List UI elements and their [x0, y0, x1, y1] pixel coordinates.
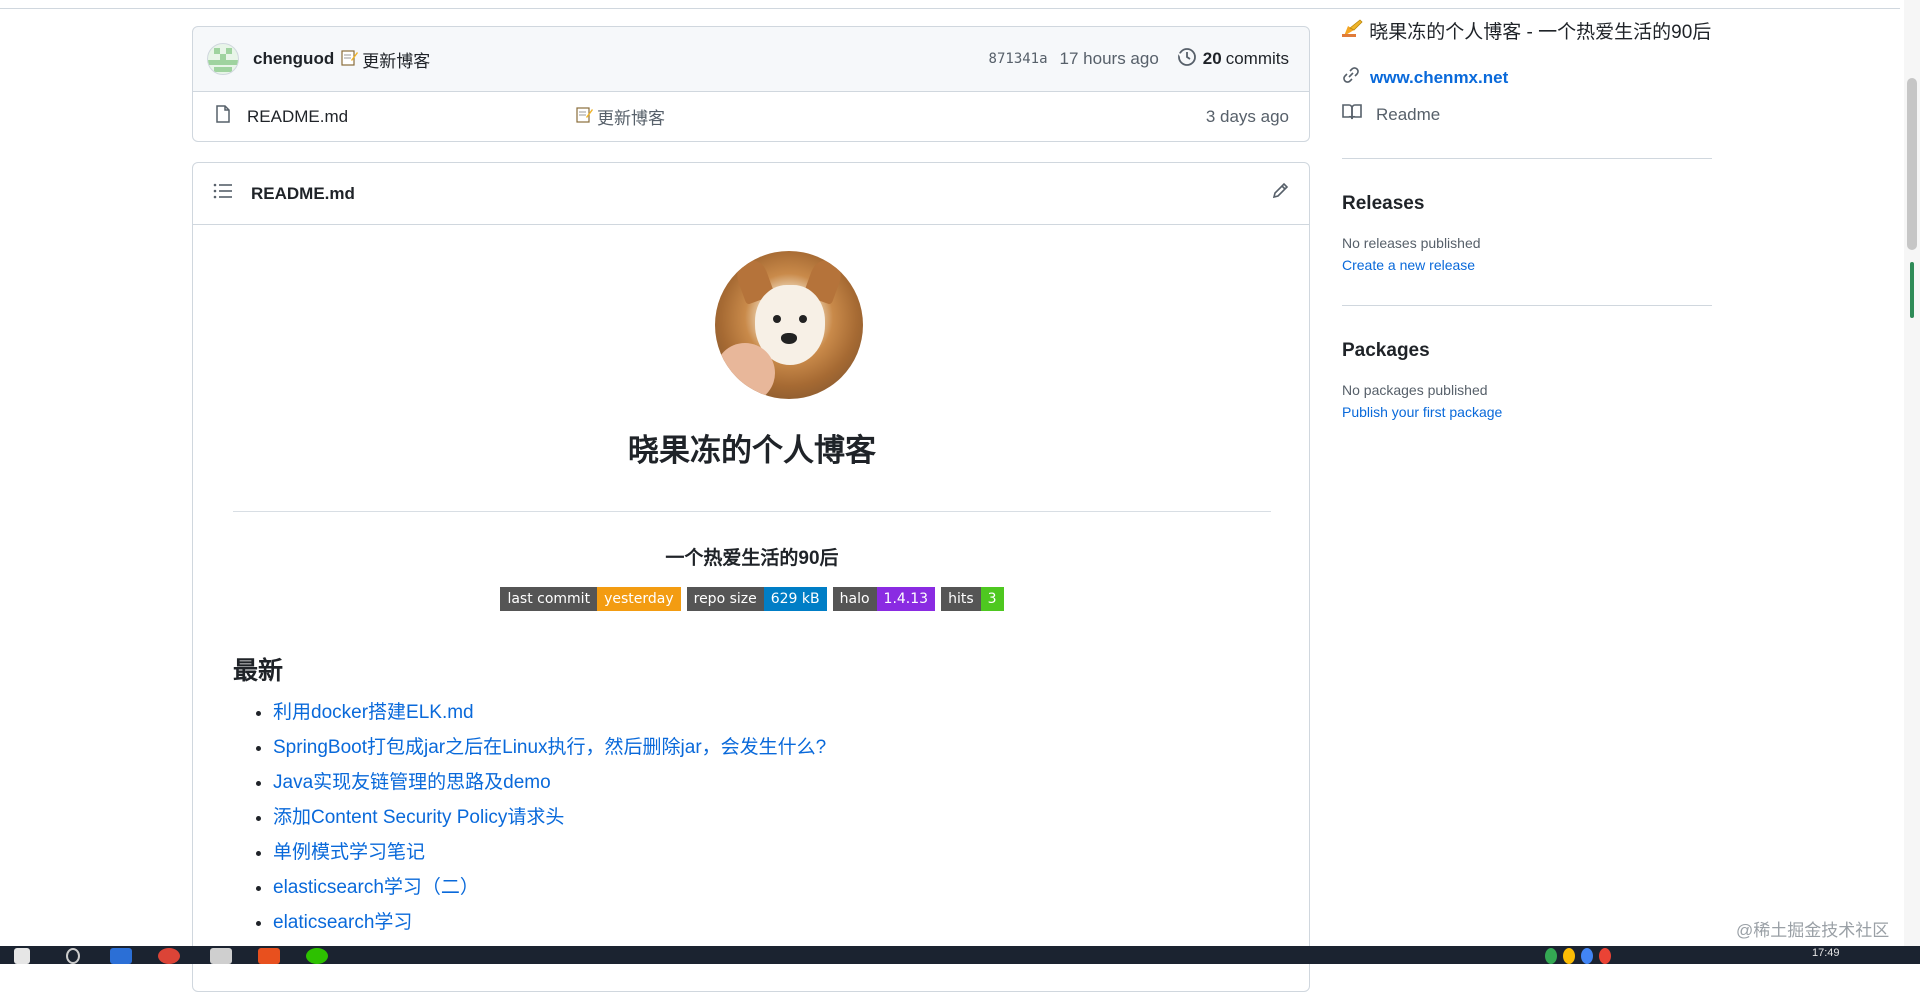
badge-key: halo	[832, 587, 877, 611]
readme-subtitle: 一个热爱生活的90后	[665, 548, 839, 569]
badge: repo size 629 kB	[686, 587, 827, 611]
mail-app-icon[interactable]	[110, 948, 132, 964]
commit-message[interactable]: 更新博客	[362, 47, 430, 72]
writing-emoji-icon	[1342, 19, 1369, 43]
top-border	[0, 0, 1900, 9]
book-icon	[1342, 103, 1362, 126]
create-release-link[interactable]: Create a new release	[1342, 257, 1712, 273]
commits-link[interactable]: 20 commits	[1177, 47, 1289, 72]
badges: last commit yesterday repo size 629 kB halo 1…	[233, 587, 1271, 611]
about-text: 晓果冻的个人博客 - 一个热爱生活的90后	[1369, 22, 1712, 43]
badge: last commit yesterday	[500, 587, 681, 611]
post-link[interactable]: SpringBoot打包成jar之后在Linux执行，然后删除jar，会发生什么…	[273, 737, 826, 758]
windows-start-icon[interactable]	[14, 948, 30, 964]
list-item: SpringBoot打包成jar之后在Linux执行，然后删除jar，会发生什么…	[273, 730, 826, 765]
badge: halo 1.4.13	[832, 587, 936, 611]
post-link[interactable]: elaticsearch学习	[273, 912, 412, 933]
badge-value: 3	[980, 587, 1004, 611]
post-link[interactable]: 单例模式学习笔记	[273, 842, 425, 863]
file-commit-time: 3 days ago	[1205, 106, 1289, 126]
search-icon[interactable]	[66, 948, 80, 964]
packages-section: Packages No packages published Publish y…	[1342, 340, 1712, 420]
badge-key: last commit	[500, 587, 598, 611]
releases-empty: No releases published	[1342, 235, 1481, 251]
file-icon	[215, 105, 231, 128]
list-icon[interactable]	[213, 183, 233, 204]
tray-icon[interactable]	[1599, 948, 1611, 964]
commit-author[interactable]: chenguod	[253, 49, 334, 69]
section-title: 最新	[233, 657, 284, 685]
badge-value: 1.4.13	[876, 587, 936, 611]
releases-title[interactable]: Releases	[1342, 193, 1712, 215]
list-item: 利用docker搭建ELK.md	[273, 695, 826, 730]
about-description: 晓果冻的个人博客 - 一个热爱生活的90后	[1342, 18, 1712, 48]
tray-icon[interactable]	[1563, 948, 1575, 964]
packages-title[interactable]: Packages	[1342, 340, 1712, 362]
divider	[1342, 158, 1712, 159]
scrollbar-thumb[interactable]	[1907, 78, 1917, 250]
chrome-icon[interactable]	[158, 948, 180, 964]
website-link[interactable]: www.chenmx.net	[1370, 68, 1508, 88]
readme-sidebar-label: Readme	[1376, 104, 1441, 124]
pencil-icon[interactable]	[1271, 182, 1289, 205]
author-avatar[interactable]	[207, 43, 239, 75]
commit-count: 20	[1202, 49, 1222, 68]
scroll-indicator	[1910, 262, 1914, 318]
clock[interactable]: 17:49	[1812, 947, 1840, 959]
file-commit-message[interactable]: 更新博客	[597, 104, 665, 129]
tray-icon[interactable]	[1581, 948, 1593, 964]
readme-header-title[interactable]: README.md	[251, 184, 355, 204]
divider	[233, 511, 1271, 512]
file-explorer-icon[interactable]	[210, 948, 232, 964]
memo-icon	[575, 105, 593, 128]
readme-sidebar-link[interactable]: Readme	[1342, 103, 1712, 126]
file-row[interactable]: README.md 更新博客 3 days ago	[192, 92, 1310, 142]
list-item: 单例模式学习笔记	[273, 835, 826, 870]
badge-key: hits	[941, 587, 981, 611]
repo-sidebar: 晓果冻的个人博客 - 一个热爱生活的90后 www.chenmx.net Rea…	[1342, 18, 1712, 420]
badge: hits 3	[941, 587, 1004, 611]
badge-value: 629 kB	[763, 587, 827, 611]
list-item: elasticsearch学习（二）	[273, 870, 826, 905]
list-item: 添加Content Security Policy请求头	[273, 800, 826, 835]
readme-header: README.md	[193, 163, 1309, 225]
post-link[interactable]: 添加Content Security Policy请求头	[273, 807, 564, 828]
wechat-icon[interactable]	[306, 948, 328, 964]
latest-commit-bar: chenguod 更新博客 871341a 17 hours ago 20 co…	[192, 26, 1310, 92]
tray-icon[interactable]	[1545, 948, 1557, 964]
post-link[interactable]: Java实现友链管理的思路及demo	[273, 772, 551, 793]
watermark: @稀土掘金技术社区	[1736, 921, 1890, 940]
badge-value: yesterday	[597, 587, 681, 611]
releases-section: Releases No releases published Create a …	[1342, 193, 1712, 273]
memo-icon	[340, 48, 359, 71]
divider	[1342, 305, 1712, 306]
readme-title: 晓果冻的个人博客	[628, 433, 876, 468]
post-link[interactable]: elasticsearch学习（二）	[273, 877, 479, 898]
list-item: Java实现友链管理的思路及demo	[273, 765, 826, 800]
post-link[interactable]: 利用docker搭建ELK.md	[273, 702, 474, 723]
file-name[interactable]: README.md	[247, 107, 569, 127]
publish-package-link[interactable]: Publish your first package	[1342, 404, 1712, 420]
list-item: elaticsearch学习	[273, 905, 826, 940]
badge-key: repo size	[686, 587, 764, 611]
taskbar: 17:49	[0, 946, 1920, 964]
post-list: 利用docker搭建ELK.md SpringBoot打包成jar之后在Linux…	[233, 695, 826, 940]
history-icon	[1177, 47, 1197, 72]
link-icon	[1342, 66, 1360, 89]
commit-sha[interactable]: 871341a	[989, 51, 1048, 67]
media-app-icon[interactable]	[258, 948, 280, 964]
readme-panel: README.md 晓果冻的个人博客 一个热爱生活的90后 last commi…	[192, 162, 1310, 992]
website-row: www.chenmx.net	[1342, 66, 1712, 89]
commit-time[interactable]: 17 hours ago	[1060, 49, 1159, 69]
profile-image	[715, 251, 863, 399]
packages-empty: No packages published	[1342, 382, 1488, 398]
commit-label: commits	[1225, 49, 1289, 68]
